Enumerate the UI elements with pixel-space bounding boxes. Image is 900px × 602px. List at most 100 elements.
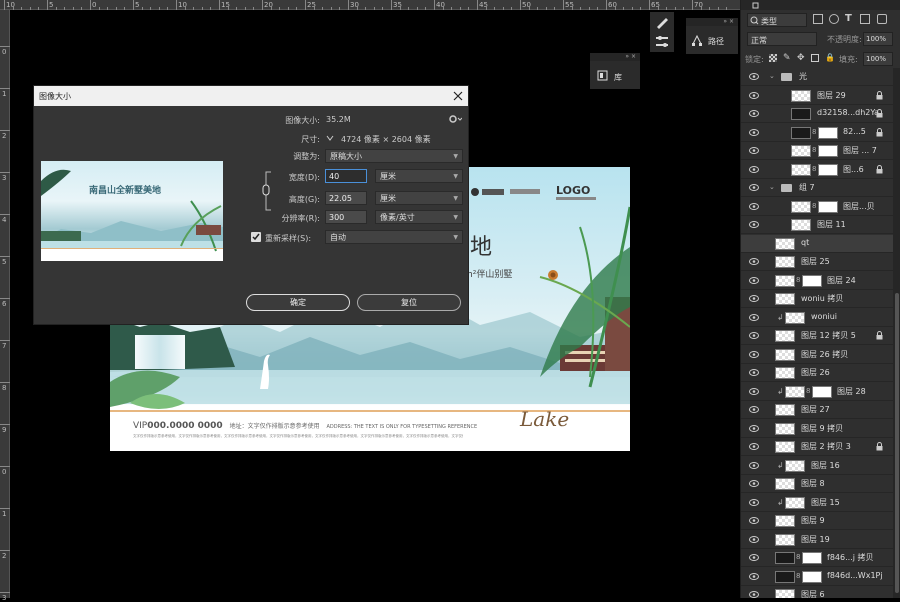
mask-link-icon[interactable]: 8 bbox=[812, 146, 816, 154]
eye-icon[interactable] bbox=[749, 313, 759, 321]
layer-thumbnail[interactable] bbox=[775, 533, 795, 546]
layer-thumbnail[interactable] bbox=[775, 274, 795, 287]
layer-row[interactable]: 图层 9 拷贝 bbox=[741, 420, 893, 438]
close-icon[interactable] bbox=[453, 91, 463, 101]
resolution-unit-select[interactable]: 像素/英寸 ▼ bbox=[375, 210, 463, 224]
resample-checkbox[interactable] bbox=[251, 232, 261, 242]
eye-icon[interactable] bbox=[749, 73, 759, 80]
layer-thumbnail[interactable] bbox=[785, 459, 805, 472]
eye-icon[interactable] bbox=[749, 498, 759, 506]
brush-tool-button[interactable] bbox=[650, 12, 674, 32]
layer-thumbnail[interactable] bbox=[775, 256, 795, 268]
layer-thumbnail[interactable] bbox=[775, 330, 795, 342]
layer-thumbnail[interactable] bbox=[775, 589, 795, 598]
layer-mask-thumbnail[interactable] bbox=[818, 126, 838, 139]
filter-pixel-icon[interactable] bbox=[813, 14, 823, 24]
eye-icon[interactable] bbox=[749, 332, 759, 339]
layer-thumbnail[interactable] bbox=[791, 108, 811, 120]
layer-mask-thumbnail[interactable] bbox=[812, 385, 832, 398]
eye-icon[interactable] bbox=[749, 572, 759, 580]
layer-thumbnail[interactable] bbox=[775, 441, 795, 453]
layer-mask-thumbnail[interactable] bbox=[818, 145, 838, 157]
eye-icon[interactable] bbox=[749, 591, 759, 598]
resample-select[interactable]: 自动 ▼ bbox=[325, 230, 463, 244]
chevron-down-icon[interactable] bbox=[326, 135, 334, 141]
layer-mask-thumbnail[interactable] bbox=[802, 274, 822, 287]
layer-thumbnail[interactable] bbox=[791, 145, 811, 157]
layer-thumbnail[interactable] bbox=[775, 515, 795, 527]
layer-row[interactable]: 图层 9 bbox=[741, 512, 893, 530]
layer-thumbnail[interactable] bbox=[775, 570, 795, 583]
eye-icon[interactable] bbox=[749, 480, 759, 487]
layer-row[interactable]: 图层 8 bbox=[741, 475, 893, 493]
layer-thumbnail[interactable] bbox=[775, 552, 795, 564]
eye-icon[interactable] bbox=[749, 128, 759, 136]
eye-icon[interactable] bbox=[749, 443, 759, 450]
reset-button[interactable]: 复位 bbox=[357, 294, 461, 311]
resolution-input[interactable]: 300 bbox=[325, 210, 367, 224]
layer-mask-thumbnail[interactable] bbox=[802, 552, 822, 564]
opacity-input[interactable]: 100% bbox=[863, 32, 893, 46]
lock-artboard-icon[interactable] bbox=[811, 54, 819, 62]
layers-scrollbar-thumb[interactable] bbox=[895, 293, 899, 593]
layer-row[interactable]: 8 f846...j 拷贝 bbox=[741, 549, 893, 567]
layer-row[interactable]: 8 f846d...Wx1Pj bbox=[741, 568, 893, 586]
layer-kind-filter[interactable]: 类型 bbox=[747, 13, 807, 27]
layer-row[interactable]: 8 图层 24 bbox=[741, 272, 893, 290]
filter-shape-icon[interactable] bbox=[860, 14, 870, 24]
lock-position-icon[interactable]: ✥ bbox=[797, 53, 805, 63]
width-input[interactable]: 40 bbox=[325, 169, 367, 183]
filter-type-icon[interactable]: T bbox=[845, 13, 852, 24]
layer-row[interactable]: 图层 26 bbox=[741, 364, 893, 382]
lock-all-icon[interactable]: 🔒 bbox=[825, 53, 835, 62]
layer-row[interactable]: 图层 19 bbox=[741, 531, 893, 549]
layer-row[interactable]: 图层 27 bbox=[741, 401, 893, 419]
eye-icon[interactable] bbox=[749, 202, 759, 210]
width-unit-select[interactable]: 厘米 ▼ bbox=[375, 169, 463, 183]
chevron-down-icon[interactable]: ⌄ bbox=[769, 183, 775, 191]
mask-link-icon[interactable]: 8 bbox=[796, 553, 800, 561]
layer-row[interactable]: 图层 12 拷贝 5 bbox=[741, 327, 893, 345]
layer-row[interactable]: 图层 25 bbox=[741, 253, 893, 271]
paths-panel[interactable]: » × 路径 bbox=[686, 18, 738, 54]
layer-row[interactable]: ↲ 8 图层 28 bbox=[741, 383, 893, 401]
blend-mode-select[interactable]: 正常 bbox=[747, 32, 817, 46]
layer-row[interactable]: 图层 2 拷贝 3 bbox=[741, 438, 893, 456]
layer-thumbnail[interactable] bbox=[791, 126, 811, 139]
horizontal-ruler[interactable]: 10 5 0 5 10 15 20 25 30 35 40 45 50 55 60 65 70 bbox=[0, 0, 740, 10]
layer-row[interactable]: woniu 拷贝 bbox=[741, 290, 893, 308]
layer-thumbnail[interactable] bbox=[775, 404, 795, 416]
layer-row[interactable]: 8 图层...贝 bbox=[741, 198, 893, 216]
image-preview[interactable]: 南昌山全新墅美地 bbox=[41, 161, 223, 261]
eye-icon[interactable] bbox=[749, 276, 759, 284]
layer-thumbnail[interactable] bbox=[785, 496, 805, 509]
height-unit-select[interactable]: 厘米 ▼ bbox=[375, 191, 463, 205]
fit-to-select[interactable]: 原稿大小 ▼ bbox=[325, 149, 463, 163]
chevron-down-icon[interactable]: ⌄ bbox=[769, 72, 775, 80]
filter-adjust-icon[interactable] bbox=[829, 14, 839, 24]
eye-icon[interactable] bbox=[749, 184, 759, 191]
layer-row[interactable]: 图层 11 bbox=[741, 216, 893, 234]
layer-thumbnail[interactable] bbox=[775, 478, 795, 490]
layer-row[interactable]: d32158...dh2Ya bbox=[741, 105, 893, 123]
vertical-ruler[interactable]: 0 1 2 3 4 5 6 7 8 9 0 1 2 3 bbox=[0, 10, 10, 602]
adjust-tool-button[interactable] bbox=[650, 32, 674, 52]
eye-icon[interactable] bbox=[749, 554, 759, 561]
eye-icon[interactable] bbox=[749, 350, 759, 358]
mask-link-icon[interactable]: 8 bbox=[812, 202, 816, 210]
gear-icon[interactable] bbox=[448, 114, 462, 124]
height-input[interactable]: 22.05 bbox=[325, 191, 367, 205]
layer-mask-thumbnail[interactable] bbox=[818, 200, 838, 213]
eye-icon[interactable] bbox=[749, 387, 759, 395]
ok-button[interactable]: 确定 bbox=[246, 294, 350, 311]
layer-thumbnail[interactable] bbox=[775, 293, 795, 305]
lock-transparent-icon[interactable] bbox=[769, 54, 777, 62]
filter-smart-icon[interactable] bbox=[877, 14, 887, 24]
eye-icon[interactable] bbox=[749, 535, 759, 543]
layer-row[interactable]: ⌄ 组 7 bbox=[741, 179, 893, 197]
eye-icon[interactable] bbox=[749, 517, 759, 524]
layer-row[interactable]: qt bbox=[741, 234, 893, 253]
mask-link-icon[interactable]: 8 bbox=[796, 572, 800, 580]
layer-thumbnail[interactable] bbox=[785, 385, 805, 398]
mask-link-icon[interactable]: 8 bbox=[806, 387, 810, 395]
